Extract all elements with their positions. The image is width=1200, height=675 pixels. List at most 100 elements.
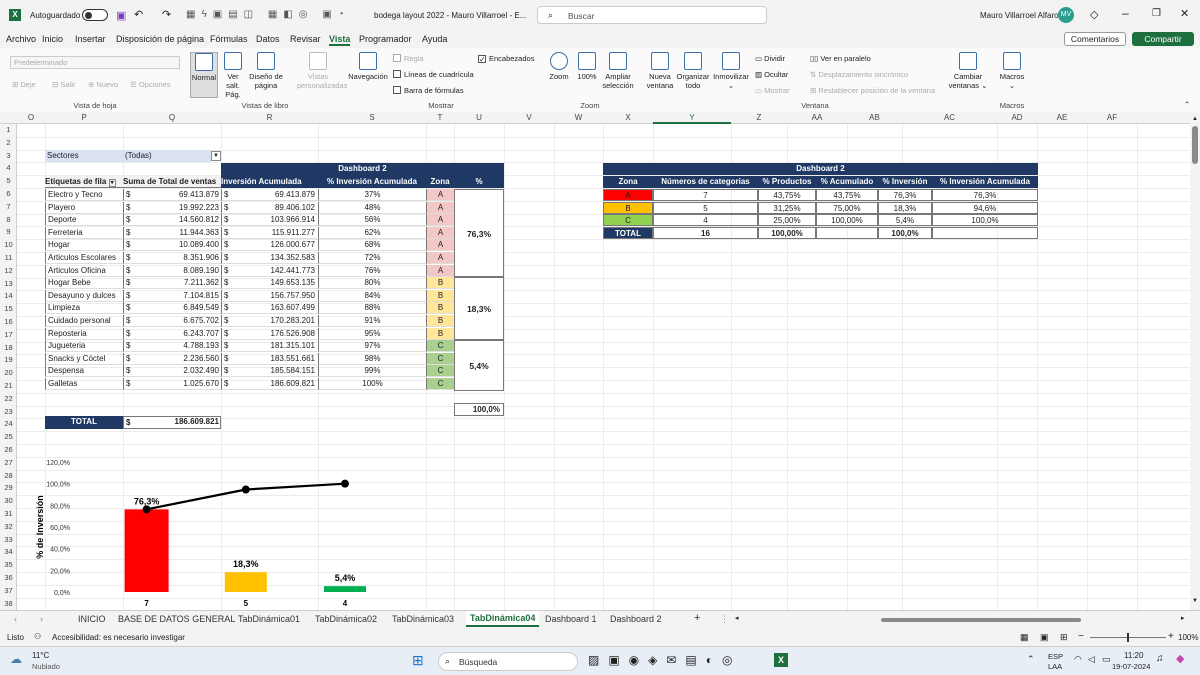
sheet-view-dropdown[interactable]: Predeterminado [10,56,180,69]
split-button[interactable]: ▭ Dividir [755,54,785,63]
column-header[interactable]: S [318,113,426,122]
copilot-icon[interactable]: ◆ [1176,652,1184,665]
collapse-ribbon-icon[interactable]: ⌃ [1184,100,1190,109]
row-header[interactable]: 7 [0,202,17,211]
row-header[interactable]: 31 [0,509,17,518]
sheet-tab[interactable]: BASE DE DATOS GENERAL [118,614,235,624]
horizontal-scrollbar[interactable]: ◂ ▸ [735,615,1190,624]
custom-views-button[interactable]: Vistas personalizadas [297,52,347,90]
column-header[interactable]: AF [1087,113,1137,122]
page-layout-status-icon[interactable]: ▣ [1040,632,1049,643]
row-header[interactable]: 25 [0,432,17,441]
column-header[interactable]: P [45,113,123,122]
switch-windows-button[interactable]: Cambiar ventanas ⌄ [946,52,990,90]
row-header[interactable]: 14 [0,291,17,300]
tab-scroll-right-icon[interactable]: › [40,614,43,624]
row-header[interactable]: 32 [0,522,17,531]
column-header[interactable]: Y [653,113,731,124]
zoom-level[interactable]: 100% [1178,633,1198,642]
row-header[interactable]: 23 [0,407,17,416]
row-header[interactable]: 13 [0,279,17,288]
column-header[interactable]: W [554,113,603,122]
quick-access-icons[interactable]: ▦ϟ▣▤◫ ▦◧◎ ▣◔ [186,9,350,20]
share-button[interactable]: Compartir [1132,32,1194,46]
row-header[interactable]: 11 [0,253,17,262]
sheet-tab[interactable]: Dashboard 1 [545,614,597,624]
row-header[interactable]: 15 [0,304,17,313]
save-icon[interactable]: ▣ [116,9,126,22]
zoom-100-button[interactable]: 100% [575,52,599,81]
lang-layout[interactable]: LAA [1048,662,1062,671]
row-header[interactable]: 19 [0,355,17,364]
sheet-tab[interactable]: TabDinámica04 [466,611,540,627]
new-window-button[interactable]: Nueva ventana [645,52,675,90]
headings-checkbox[interactable]: Encabezados [478,54,534,63]
clock-time[interactable]: 11:20 [1124,651,1143,660]
macros-button[interactable]: Macros ⌄ [998,52,1026,90]
excel-taskbar-icon[interactable]: X [774,653,788,667]
column-header[interactable]: Q [123,113,221,122]
page-break-button[interactable]: Ver salt. Pág. [220,52,246,99]
row-header[interactable]: 28 [0,471,17,480]
accessibility-status[interactable]: Accesibilidad: es necesario investigar [52,633,185,642]
windows-start-icon[interactable]: ⊞ [412,652,424,669]
undo-icon[interactable]: ↶ [134,8,143,21]
horizontal-scroll-thumb[interactable] [881,618,1081,622]
row-header[interactable]: 16 [0,317,17,326]
tabs-options-icon[interactable]: ⋮ [720,614,729,625]
row-header[interactable]: 24 [0,419,17,428]
vertical-scroll-thumb[interactable] [1192,126,1198,164]
speaker-icon[interactable]: ◁ [1088,654,1095,665]
menu-vista[interactable]: Vista [329,34,351,46]
battery-icon[interactable]: ▭ [1102,654,1111,665]
page-break-status-icon[interactable]: ⊞ [1060,632,1068,643]
clock-date[interactable]: 19-07-2024 [1112,662,1150,671]
sheet-tab[interactable]: TabDinámica03 [392,614,454,624]
hide-button[interactable]: ▨ Ocultar [755,70,788,79]
row-header[interactable]: 22 [0,394,17,403]
row-header[interactable]: 37 [0,586,17,595]
side-by-side-button[interactable]: ▯▯ Ver en paralelo [810,54,871,63]
row-header[interactable]: 12 [0,266,17,275]
row-header[interactable]: 1 [0,125,17,134]
avatar[interactable]: MV [1058,7,1074,23]
menu-disposicion[interactable]: Disposición de página [116,34,204,44]
menu-ayuda[interactable]: Ayuda [422,34,447,44]
row-header[interactable]: 5 [0,176,17,185]
navigation-button[interactable]: Navegación [346,52,390,81]
zoom-in-icon[interactable]: + [1168,631,1174,642]
column-header[interactable]: T [426,113,454,122]
column-header[interactable]: AA [787,113,847,122]
weather-icon[interactable]: ☁ [10,652,22,666]
restore-icon[interactable]: ❐ [1152,8,1161,19]
comments-button[interactable]: Comentarios [1064,32,1126,46]
taskbar-app-icons[interactable]: ▨▣◉◈✉▤◐◎ [588,653,742,667]
row-header[interactable]: 20 [0,368,17,377]
column-header[interactable]: AC [902,113,997,122]
row-header[interactable]: 6 [0,189,17,198]
menu-inicio[interactable]: Inicio [42,34,63,44]
zoom-slider[interactable] [1090,633,1166,642]
row-header[interactable]: 30 [0,496,17,505]
normal-view-button[interactable]: Normal [190,52,218,98]
zoom-out-icon[interactable]: − [1078,631,1084,642]
ruler-checkbox[interactable]: Regla [393,54,424,63]
row-header[interactable]: 3 [0,151,17,160]
redo-icon[interactable]: ↷ [162,8,171,21]
row-header[interactable]: 29 [0,483,17,492]
column-header[interactable]: V [504,113,554,122]
gridlines-checkbox[interactable]: Líneas de cuadrícula [393,70,474,79]
autosave-toggle[interactable] [82,9,108,21]
row-header[interactable]: 33 [0,535,17,544]
sheet-tab[interactable]: INICIO [78,614,106,624]
unhide-button[interactable]: ▭ Mostrar [755,86,790,95]
page-layout-button[interactable]: Diseño de página [249,52,283,90]
menu-programador[interactable]: Programador [359,34,412,44]
tab-scroll-left-icon[interactable]: ‹ [14,614,17,624]
filter-icon[interactable]: ▾ [108,179,116,187]
zoom-selection-button[interactable]: Ampliar selección [601,52,635,90]
sheet-tab[interactable]: TabDinámica02 [315,614,377,624]
column-header[interactable]: O [17,113,45,122]
filter-dropdown-button[interactable]: ▼ [211,151,221,161]
column-header[interactable]: U [454,113,504,122]
